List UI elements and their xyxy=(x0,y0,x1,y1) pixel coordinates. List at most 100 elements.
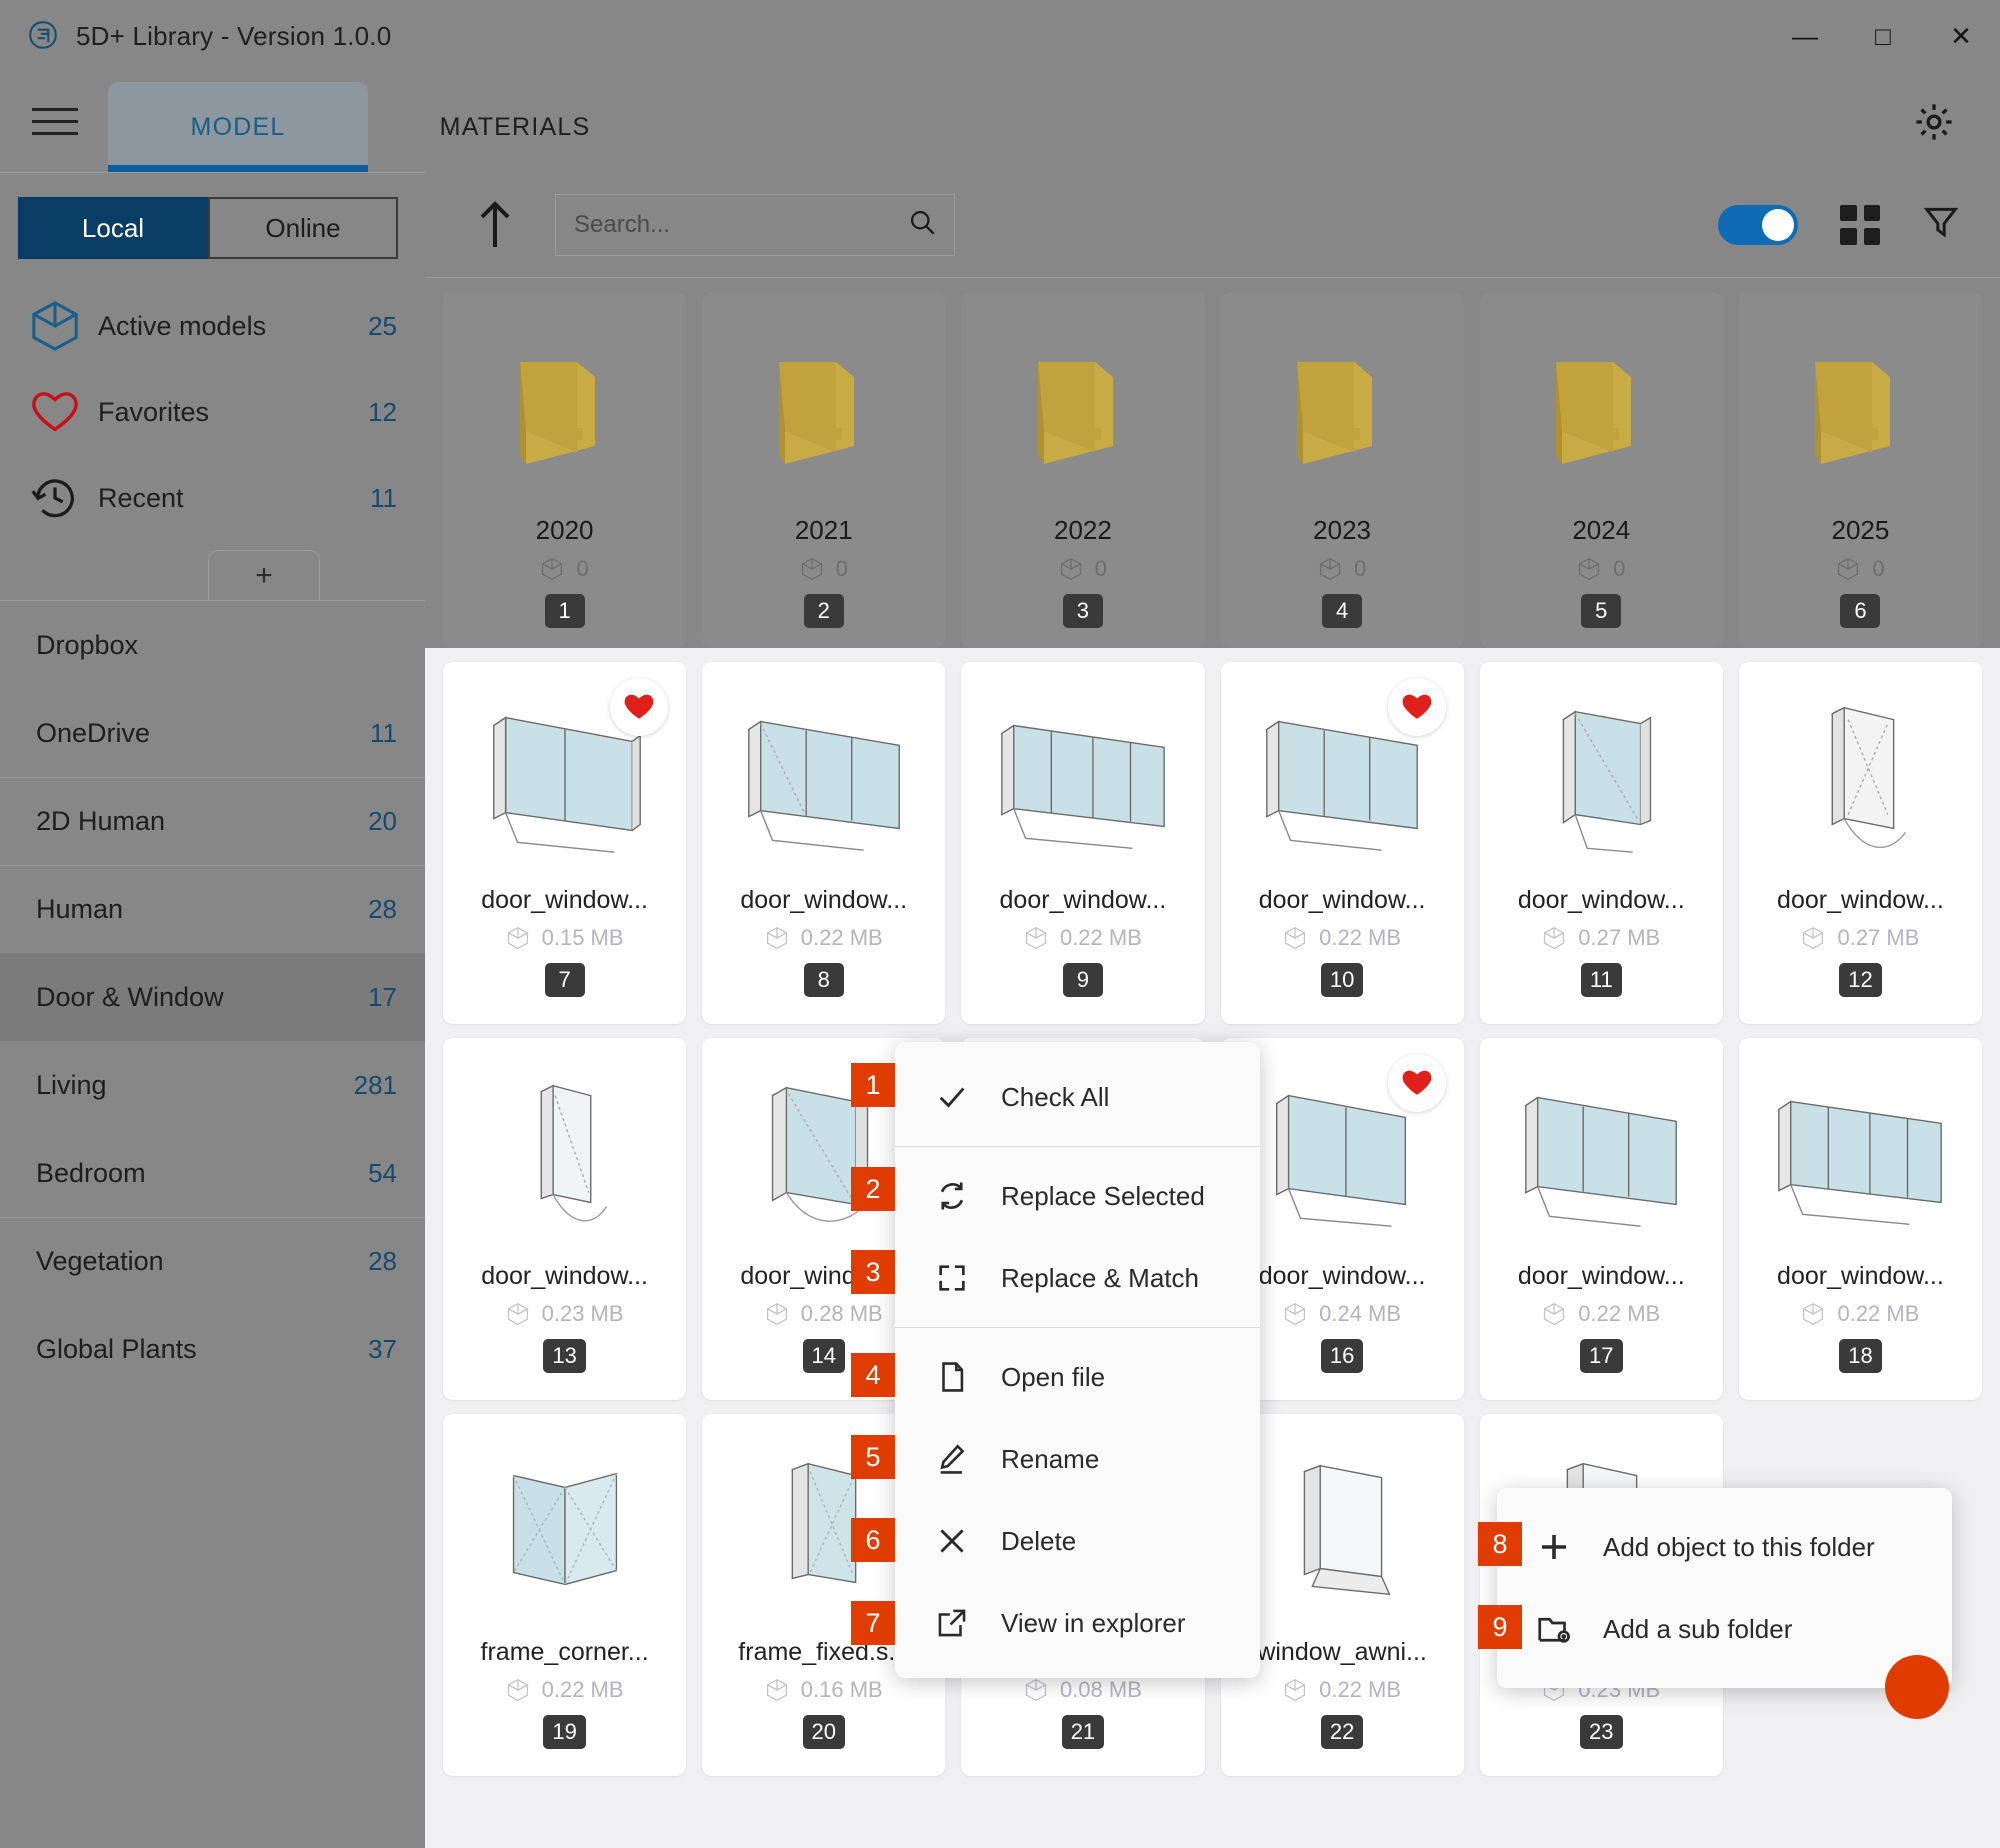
folder-context-menu: Add object to this folder Add a sub fold… xyxy=(1497,1488,1952,1688)
menu-item-rename[interactable]: Rename xyxy=(895,1418,1260,1500)
model-size: 0.22 MB xyxy=(1283,925,1401,951)
sidebar-item-2d-human[interactable]: 2D Human 20 xyxy=(0,777,425,865)
menu-item-delete[interactable]: Delete xyxy=(895,1500,1260,1582)
close-button[interactable]: ✕ xyxy=(1922,0,2000,72)
gear-icon[interactable] xyxy=(1912,100,1956,144)
menu-item-label: Replace Selected xyxy=(1001,1180,1205,1211)
model-size-value: 0.22 MB xyxy=(1059,925,1142,950)
step-badge: 7 xyxy=(544,963,585,997)
grid-view-icon[interactable] xyxy=(1840,204,1880,245)
folder-card[interactable]: 2025 0 6 xyxy=(1738,292,1983,648)
folder-count: 281 xyxy=(353,1069,397,1100)
online-button[interactable]: Online xyxy=(208,197,398,259)
maximize-button[interactable]: □ xyxy=(1844,0,1922,72)
sidebar-item-dropbox[interactable]: Dropbox xyxy=(0,601,425,689)
menu-item-label: View in explorer xyxy=(1001,1607,1186,1638)
folder-count: 28 xyxy=(368,1246,397,1276)
search-input[interactable] xyxy=(574,210,908,239)
model-card[interactable]: door_window... 0.22 MB 9 xyxy=(961,662,1205,1024)
add-library-button[interactable]: + xyxy=(208,550,320,600)
sidebar-item-global-plants[interactable]: Global Plants 37 xyxy=(0,1305,425,1393)
folder-icon xyxy=(1267,338,1417,493)
model-card[interactable]: door_window... 0.23 MB 13 xyxy=(443,1038,687,1400)
step-badge: 3 xyxy=(1062,594,1103,628)
folder-card[interactable]: 2022 0 3 xyxy=(961,292,1205,648)
model-card[interactable]: door_window... 0.15 MB 7 xyxy=(443,662,687,1024)
model-size-value: 0.22 MB xyxy=(800,925,883,950)
app-logo-icon xyxy=(26,19,60,53)
step-badge: 11 xyxy=(1580,963,1622,997)
model-card[interactable]: door_window... 0.22 MB 18 xyxy=(1738,1038,1983,1400)
menu-item-add-object[interactable]: Add object to this folder xyxy=(1497,1506,1952,1588)
filter-icon[interactable] xyxy=(1922,203,1960,246)
folder-count-value: 0 xyxy=(576,556,589,581)
step-badge: 1 xyxy=(544,594,585,628)
model-card[interactable]: door_window... 0.22 MB 10 xyxy=(1220,662,1464,1024)
folder-strip: 2020 0 1 2021 0 2 2022 0 3 2023 0 4 2024… xyxy=(425,278,2000,648)
sidebar-item-count: 11 xyxy=(370,482,397,513)
minimize-button[interactable]: — xyxy=(1766,0,1844,72)
sidebar-item-recent[interactable]: Recent 11 xyxy=(0,455,425,541)
local-button[interactable]: Local xyxy=(18,197,208,259)
folder-card[interactable]: 2023 0 4 xyxy=(1220,292,1464,648)
menu-item-check-all[interactable]: Check All xyxy=(895,1056,1260,1138)
search-icon[interactable] xyxy=(908,208,936,241)
view-toggle[interactable] xyxy=(1718,204,1798,245)
search-input-wrapper[interactable] xyxy=(555,193,955,256)
folder-count-value: 0 xyxy=(1872,556,1885,581)
step-badge: 8 xyxy=(803,963,844,997)
model-card[interactable]: door_window... 0.27 MB 12 xyxy=(1738,662,1983,1024)
menu-item-replace-and-match[interactable]: Replace & Match xyxy=(895,1237,1260,1319)
file-icon xyxy=(929,1360,975,1394)
folder-count-value: 0 xyxy=(1094,556,1108,581)
context-menu: Check All Replace Selected Replace & Mat… xyxy=(895,1042,1260,1678)
folder-name: 2025 xyxy=(1831,515,1890,545)
model-card[interactable]: frame_corner... 0.22 MB 19 xyxy=(443,1414,687,1776)
sidebar-item-active-models[interactable]: Active models 25 xyxy=(0,283,425,369)
model-size: 0.23 MB xyxy=(506,1301,624,1327)
pencil-icon xyxy=(929,1442,975,1476)
menu-item-open-file[interactable]: Open file xyxy=(895,1336,1260,1418)
sidebar-item-living[interactable]: Living 281 xyxy=(0,1041,425,1129)
sidebar-item-onedrive[interactable]: OneDrive 11 xyxy=(0,689,425,777)
folder-count-value: 0 xyxy=(1353,556,1367,581)
hamburger-icon[interactable] xyxy=(32,98,80,144)
sidebar-folder-list: Dropbox OneDrive 11 2D Human 20 Human 28… xyxy=(0,601,425,1393)
window-controls: — □ ✕ xyxy=(1766,0,2000,72)
cube-icon xyxy=(30,301,80,351)
folder-card[interactable]: 2020 0 1 xyxy=(443,292,687,648)
step-badge: 13 xyxy=(543,1339,586,1373)
favorite-heart-icon[interactable] xyxy=(1387,678,1446,736)
sidebar-item-vegetation[interactable]: Vegetation 28 xyxy=(0,1217,425,1305)
favorite-heart-icon[interactable] xyxy=(1387,1054,1446,1112)
tab-model[interactable]: MODEL xyxy=(108,82,368,172)
add-library-bar: + xyxy=(0,547,425,601)
folder-item-count: 0 xyxy=(1318,556,1366,582)
sidebar-item-bedroom[interactable]: Bedroom 54 xyxy=(0,1129,425,1217)
model-size-value: 0.28 MB xyxy=(800,1301,883,1326)
favorite-heart-icon[interactable] xyxy=(610,678,669,736)
folder-name: 2020 xyxy=(535,515,594,545)
sidebar-item-favorites[interactable]: Favorites 12 xyxy=(0,369,425,455)
folder-card[interactable]: 2024 0 5 xyxy=(1479,292,1723,648)
plus-icon xyxy=(1531,1529,1577,1565)
menu-item-add-subfolder[interactable]: Add a sub folder xyxy=(1497,1588,1952,1670)
model-card[interactable]: door_window... 0.27 MB 11 xyxy=(1479,662,1723,1024)
menu-item-view-in-explorer[interactable]: View in explorer xyxy=(895,1582,1260,1664)
model-size-value: 0.22 MB xyxy=(1319,925,1402,950)
sidebar-item-human[interactable]: Human 28 xyxy=(0,865,425,953)
step-badge: 10 xyxy=(1320,963,1364,997)
menu-separator xyxy=(895,1327,1260,1328)
menu-item-label: Rename xyxy=(1001,1443,1100,1474)
model-card[interactable]: door_window... 0.22 MB 8 xyxy=(702,662,946,1024)
folder-card[interactable]: 2021 0 2 xyxy=(702,292,946,648)
model-card[interactable]: door_window... 0.22 MB 17 xyxy=(1479,1038,1723,1400)
folder-count-value: 0 xyxy=(1613,556,1626,581)
tab-materials[interactable]: MATERIALS xyxy=(400,82,630,172)
folder-name: 2024 xyxy=(1572,515,1631,545)
arrow-up-icon[interactable] xyxy=(475,200,515,247)
menu-item-replace-selected[interactable]: Replace Selected xyxy=(895,1155,1260,1237)
sidebar-item-door-window[interactable]: Door & Window 17 xyxy=(0,953,425,1041)
model-size: 0.27 MB xyxy=(1801,925,1919,951)
model-size-value: 0.15 MB xyxy=(541,925,624,950)
